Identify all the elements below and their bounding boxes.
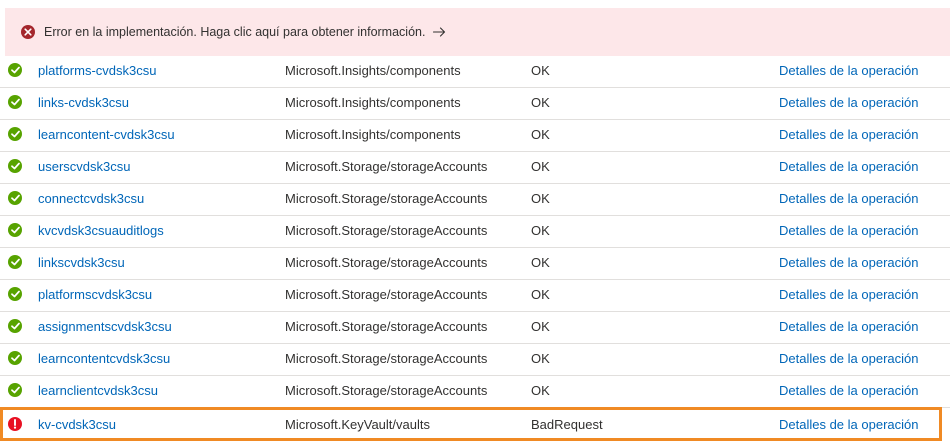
check-circle-icon — [8, 63, 22, 77]
check-circle-icon — [8, 319, 22, 333]
check-circle-icon — [8, 159, 22, 173]
operation-details-link[interactable]: Detalles de la operación — [779, 88, 918, 119]
operation-details-link[interactable]: Detalles de la operación — [779, 120, 918, 151]
table-row: learnclientcvdsk3csu Microsoft.Storage/s… — [0, 376, 950, 408]
resource-name-link[interactable]: learnclientcvdsk3csu — [38, 376, 158, 407]
operation-details-link[interactable]: Detalles de la operación — [779, 312, 918, 343]
operation-status: BadRequest — [531, 417, 603, 432]
check-circle-icon — [8, 383, 22, 397]
resource-type: Microsoft.Storage/storageAccounts — [285, 351, 488, 366]
table-row: linkscvdsk3csu Microsoft.Storage/storage… — [0, 248, 950, 280]
resource-name-link[interactable]: assignmentscvdsk3csu — [38, 312, 172, 343]
table-row: userscvdsk3csu Microsoft.Storage/storage… — [0, 152, 950, 184]
resource-type: Microsoft.Insights/components — [285, 127, 461, 142]
operation-status: OK — [531, 287, 550, 302]
resource-type: Microsoft.Storage/storageAccounts — [285, 383, 488, 398]
resource-name-link[interactable]: platforms-cvdsk3csu — [38, 56, 156, 87]
resource-type: Microsoft.KeyVault/vaults — [285, 417, 430, 432]
check-circle-icon — [8, 191, 22, 205]
operation-details-link[interactable]: Detalles de la operación — [779, 184, 918, 215]
operation-status: OK — [531, 351, 550, 366]
resource-type: Microsoft.Insights/components — [285, 95, 461, 110]
table-row: learncontentcvdsk3csu Microsoft.Storage/… — [0, 344, 950, 376]
resource-name-link[interactable]: kv-cvdsk3csu — [38, 410, 116, 441]
resource-type: Microsoft.Storage/storageAccounts — [285, 319, 488, 334]
arrow-right-icon — [433, 27, 446, 37]
check-circle-icon — [8, 127, 22, 141]
check-circle-icon — [8, 351, 22, 365]
deployment-details-page: Error en la implementación. Haga clic aq… — [0, 0, 950, 443]
operation-status: OK — [531, 255, 550, 270]
check-circle-icon — [8, 95, 22, 109]
operation-details-link[interactable]: Detalles de la operación — [779, 56, 918, 87]
resource-name-link[interactable]: learncontentcvdsk3csu — [38, 344, 170, 375]
resource-type: Microsoft.Insights/components — [285, 63, 461, 78]
resource-name-link[interactable]: learncontent-cvdsk3csu — [38, 120, 175, 151]
resource-type: Microsoft.Storage/storageAccounts — [285, 223, 488, 238]
operation-details-link[interactable]: Detalles de la operación — [779, 376, 918, 407]
operation-details-link[interactable]: Detalles de la operación — [779, 410, 918, 441]
operation-details-link[interactable]: Detalles de la operación — [779, 152, 918, 183]
operation-details-link[interactable]: Detalles de la operación — [779, 216, 918, 247]
error-exclamation-icon — [8, 417, 22, 431]
resource-name-link[interactable]: connectcvdsk3csu — [38, 184, 144, 215]
operation-status: OK — [531, 63, 550, 78]
table-row: kvcvdsk3csuauditlogs Microsoft.Storage/s… — [0, 216, 950, 248]
error-banner-message: Error en la implementación. Haga clic aq… — [44, 25, 426, 39]
table-row: connectcvdsk3csu Microsoft.Storage/stora… — [0, 184, 950, 216]
operation-status: OK — [531, 383, 550, 398]
deployment-error-banner[interactable]: Error en la implementación. Haga clic aq… — [5, 8, 950, 56]
resource-type: Microsoft.Storage/storageAccounts — [285, 159, 488, 174]
deployment-operations-table: platforms-cvdsk3csu Microsoft.Insights/c… — [0, 56, 950, 441]
resource-name-link[interactable]: platformscvdsk3csu — [38, 280, 152, 311]
operation-status: OK — [531, 95, 550, 110]
operation-status: OK — [531, 191, 550, 206]
error-circle-icon — [21, 25, 35, 39]
operation-details-link[interactable]: Detalles de la operación — [779, 248, 918, 279]
operation-details-link[interactable]: Detalles de la operación — [779, 280, 918, 311]
check-circle-icon — [8, 255, 22, 269]
resource-name-link[interactable]: kvcvdsk3csuauditlogs — [38, 216, 164, 247]
table-row: platformscvdsk3csu Microsoft.Storage/sto… — [0, 280, 950, 312]
resource-name-link[interactable]: linkscvdsk3csu — [38, 248, 125, 279]
operation-status: OK — [531, 223, 550, 238]
table-row: platforms-cvdsk3csu Microsoft.Insights/c… — [0, 56, 950, 88]
operation-status: OK — [531, 159, 550, 174]
table-row: links-cvdsk3csu Microsoft.Insights/compo… — [0, 88, 950, 120]
resource-name-link[interactable]: userscvdsk3csu — [38, 152, 130, 183]
operation-details-link[interactable]: Detalles de la operación — [779, 344, 918, 375]
resource-type: Microsoft.Storage/storageAccounts — [285, 287, 488, 302]
table-row: learncontent-cvdsk3csu Microsoft.Insight… — [0, 120, 950, 152]
resource-name-link[interactable]: links-cvdsk3csu — [38, 88, 129, 119]
check-circle-icon — [8, 223, 22, 237]
failed-table-row: kv-cvdsk3csu Microsoft.KeyVault/vaults B… — [0, 407, 942, 441]
table-row: assignmentscvdsk3csu Microsoft.Storage/s… — [0, 312, 950, 344]
resource-type: Microsoft.Storage/storageAccounts — [285, 255, 488, 270]
operation-status: OK — [531, 319, 550, 334]
operation-status: OK — [531, 127, 550, 142]
check-circle-icon — [8, 287, 22, 301]
resource-type: Microsoft.Storage/storageAccounts — [285, 191, 488, 206]
